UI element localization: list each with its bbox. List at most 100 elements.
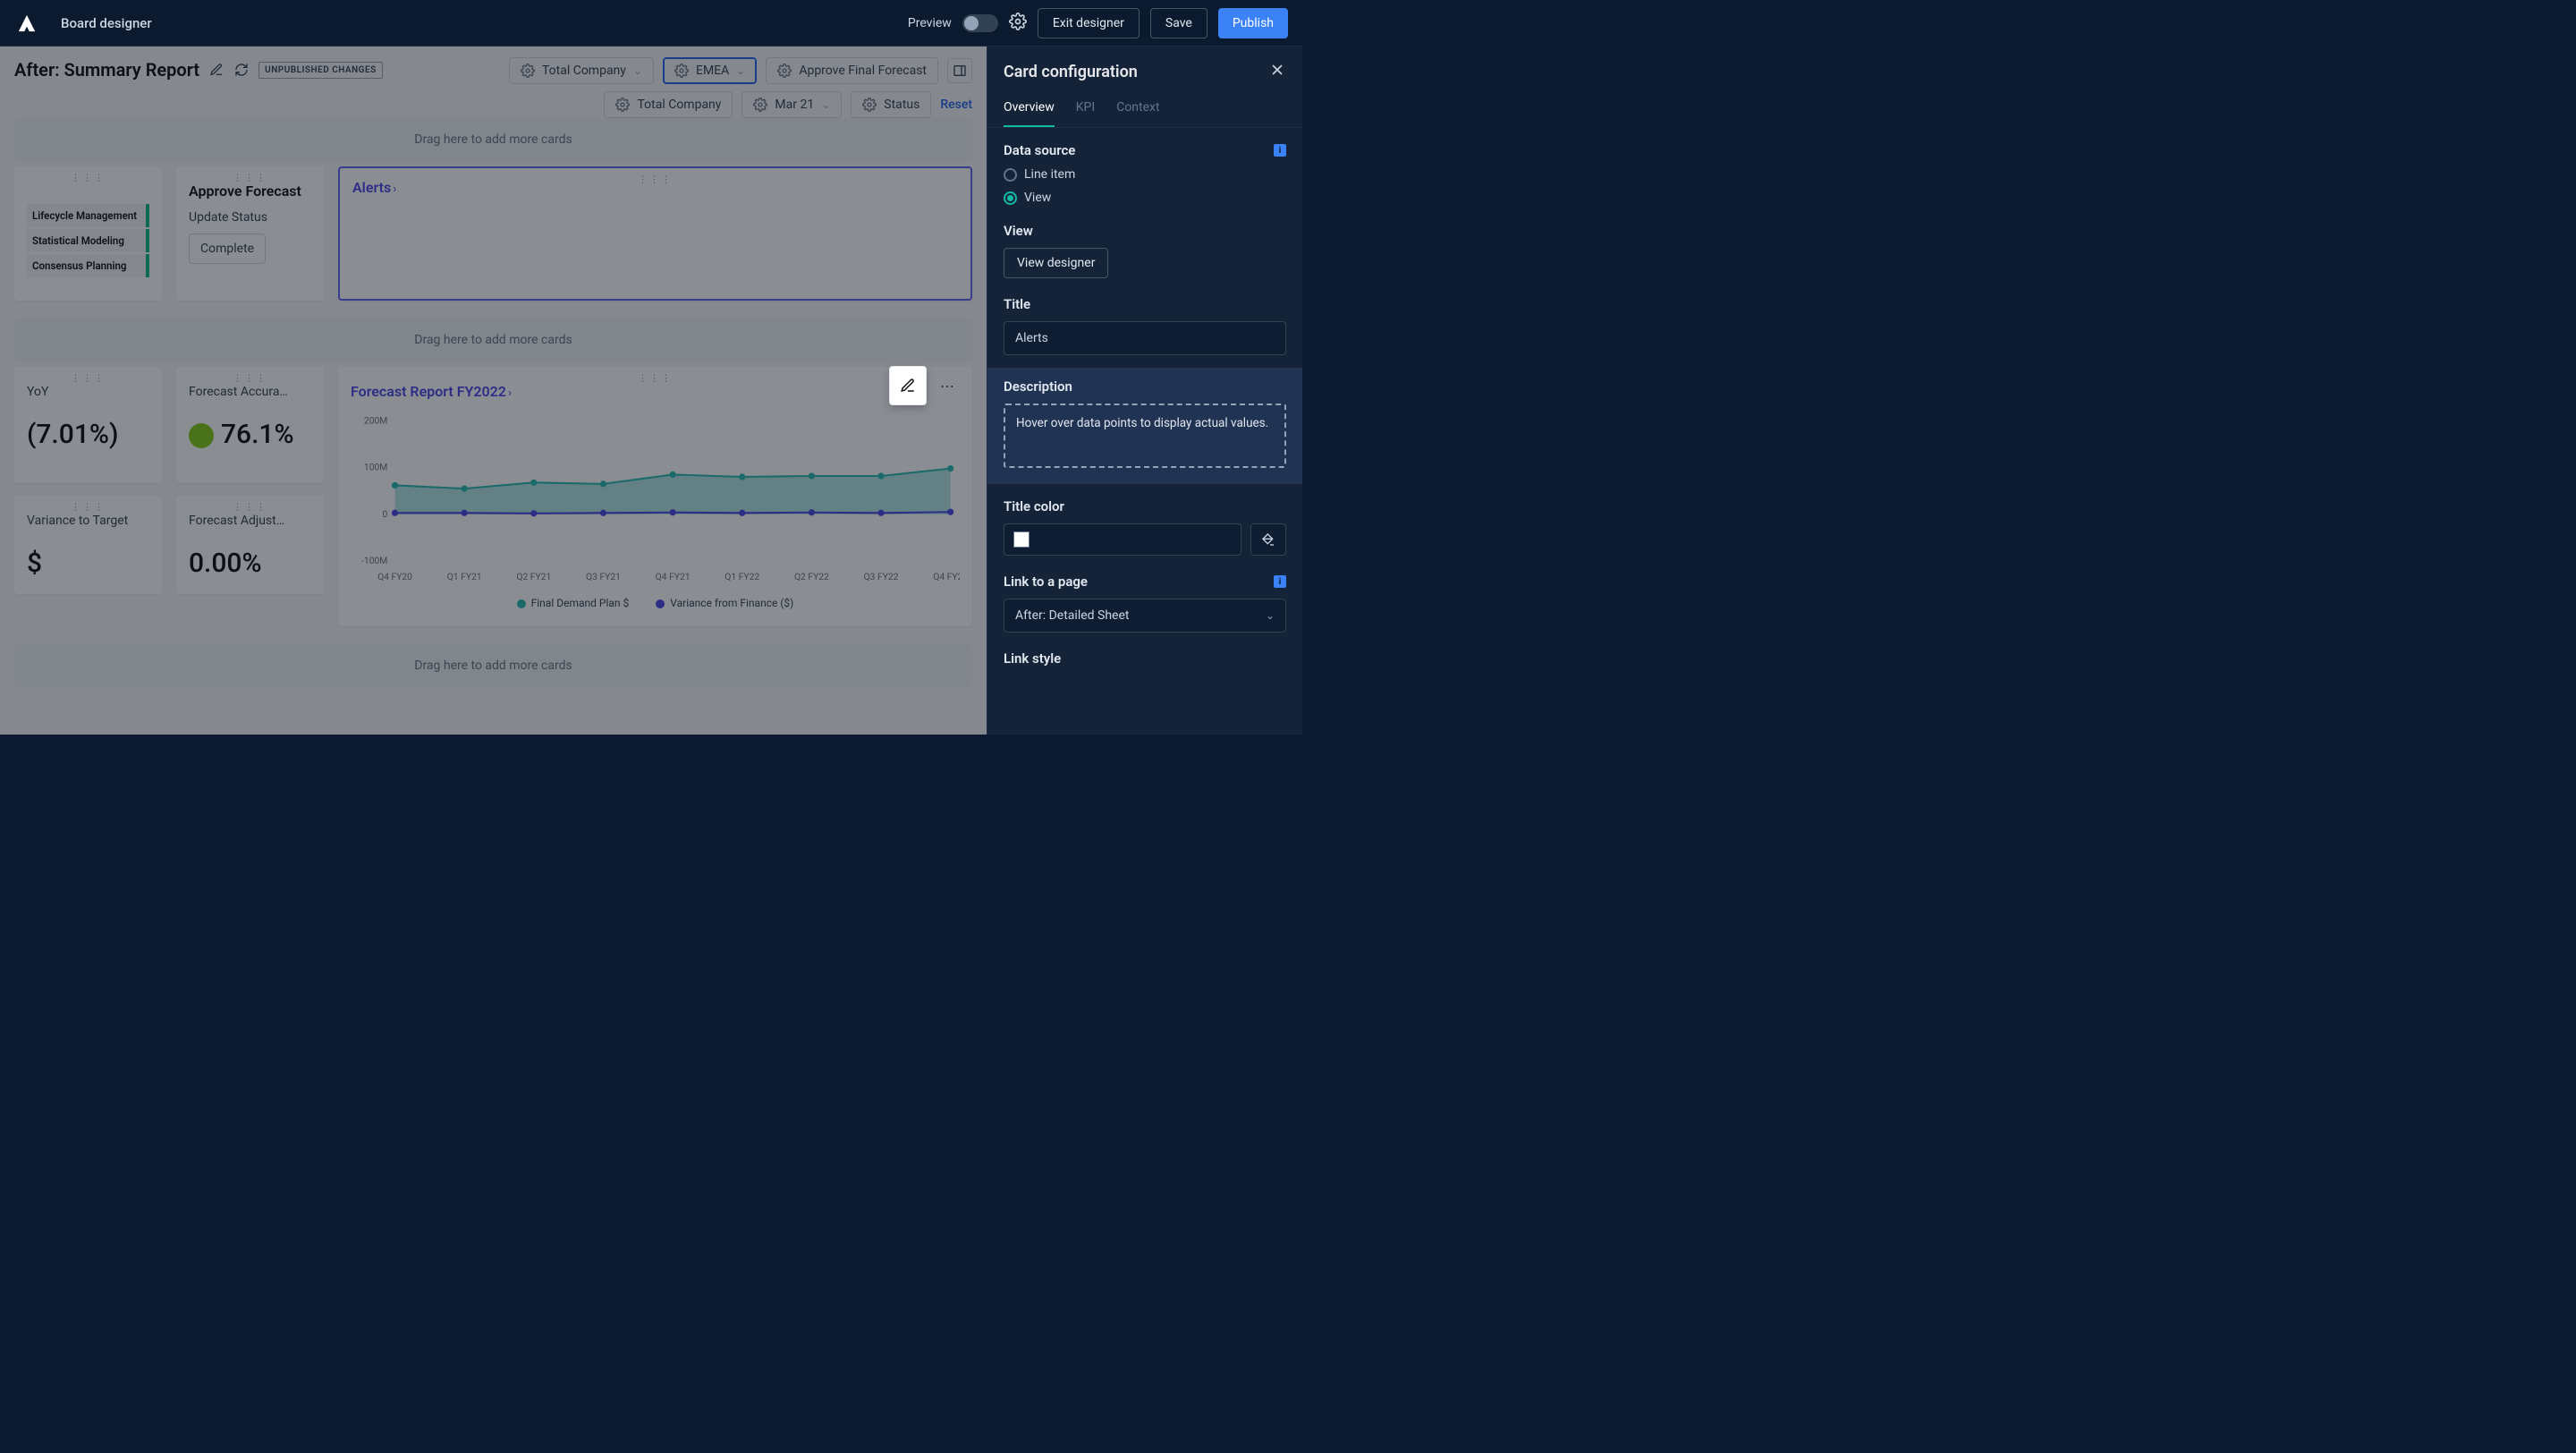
radio-line-item[interactable]: Line item	[1004, 167, 1286, 182]
drag-handle-icon[interactable]: ⋮⋮⋮	[71, 372, 106, 384]
section-title-color: Title color	[1004, 498, 1286, 514]
svg-text:Q2 FY22: Q2 FY22	[794, 571, 829, 582]
svg-text:Q4 FY20: Q4 FY20	[377, 571, 412, 582]
svg-text:Q4 FY22: Q4 FY22	[933, 571, 960, 582]
section-view: View	[1004, 223, 1286, 239]
edit-card-button[interactable]	[890, 367, 926, 404]
section-data-source: Data source	[1004, 142, 1075, 158]
edit-title-icon[interactable]	[208, 62, 225, 78]
tab-context[interactable]: Context	[1116, 91, 1159, 127]
steps-card[interactable]: ⋮⋮⋮ Lifecycle ManagementStatistical Mode…	[14, 166, 162, 301]
drop-zone[interactable]: Drag here to add more cards	[14, 118, 972, 161]
svg-text:0: 0	[382, 508, 387, 520]
filter-chip[interactable]: Approve Final Forecast	[766, 57, 938, 84]
kpi-value: $	[27, 548, 149, 579]
settings-icon[interactable]	[1009, 13, 1027, 34]
title-input[interactable]	[1004, 321, 1286, 355]
kpi-adjust-card[interactable]: ⋮⋮⋮ Forecast Adjust… 0.00%	[176, 496, 324, 594]
chevron-down-icon: ⌄	[736, 64, 745, 77]
section-description: Description	[1004, 378, 1286, 395]
drag-handle-icon[interactable]: ⋮⋮⋮	[233, 501, 267, 513]
panel-toggle-icon[interactable]	[947, 58, 972, 83]
chevron-right-icon: ›	[508, 387, 512, 400]
info-icon[interactable]: i	[1274, 144, 1286, 157]
info-icon[interactable]: i	[1274, 575, 1286, 588]
filter-chip[interactable]: Status	[851, 91, 931, 118]
filter-chip[interactable]: Mar 21⌄	[741, 91, 842, 118]
filter-chip[interactable]: Total Company⌄	[509, 57, 654, 84]
drop-zone[interactable]: Drag here to add more cards	[14, 319, 972, 361]
approve-title: Approve Forecast	[189, 183, 311, 200]
step-item[interactable]: Statistical Modeling	[27, 229, 149, 252]
drag-handle-icon[interactable]: ⋮⋮⋮	[71, 172, 106, 183]
drop-zone[interactable]: Drag here to add more cards	[14, 644, 972, 687]
exit-designer-button[interactable]: Exit designer	[1038, 8, 1140, 38]
kpi-value: 76.1%	[189, 419, 311, 450]
filter-row-2: Total Company Mar 21⌄ Status Reset	[604, 91, 972, 118]
kpi-label: Forecast Adjust…	[189, 514, 311, 528]
chevron-down-icon: ⌄	[1266, 609, 1275, 622]
tab-kpi[interactable]: KPI	[1076, 91, 1095, 127]
close-icon[interactable]	[1268, 61, 1286, 82]
svg-text:Q1 FY21: Q1 FY21	[447, 571, 482, 582]
complete-button[interactable]: Complete	[189, 234, 266, 264]
approve-subtitle: Update Status	[189, 210, 311, 225]
description-input[interactable]: Hover over data points to display actual…	[1004, 404, 1286, 468]
refresh-icon[interactable]	[233, 62, 250, 78]
radio-view[interactable]: View	[1004, 191, 1286, 205]
color-reset-button[interactable]	[1250, 523, 1286, 556]
filter-chip[interactable]: EMEA⌄	[663, 57, 757, 84]
app-logo[interactable]	[14, 11, 39, 36]
kpi-variance-card[interactable]: ⋮⋮⋮ Variance to Target $	[14, 496, 162, 594]
drag-handle-icon[interactable]: ⋮⋮⋮	[233, 172, 267, 183]
section-link-style: Link style	[1004, 650, 1286, 667]
reset-filters-button[interactable]: Reset	[940, 98, 972, 112]
kpi-value: 0.00%	[189, 548, 311, 579]
svg-text:Q2 FY21: Q2 FY21	[516, 571, 551, 582]
kpi-yoy-card[interactable]: ⋮⋮⋮ YoY (7.01%)	[14, 367, 162, 483]
drag-handle-icon[interactable]: ⋮⋮⋮	[233, 372, 267, 384]
approve-forecast-card[interactable]: ⋮⋮⋮ Approve Forecast Update Status Compl…	[176, 166, 324, 301]
drag-handle-icon[interactable]: ⋮⋮⋮	[638, 174, 673, 185]
tab-overview[interactable]: Overview	[1004, 91, 1055, 127]
svg-text:Q4 FY21: Q4 FY21	[656, 571, 691, 582]
filter-chip[interactable]: Total Company	[604, 91, 733, 118]
step-item[interactable]: Consensus Planning	[27, 254, 149, 277]
save-button[interactable]: Save	[1150, 8, 1208, 38]
publish-button[interactable]: Publish	[1218, 8, 1288, 38]
preview-toggle[interactable]	[962, 14, 998, 32]
forecast-chart-card[interactable]: ⋮⋮⋮ ⋯ Forecast Report FY2022› -100M0100M…	[338, 367, 972, 626]
more-icon[interactable]: ⋯	[929, 367, 965, 404]
card-config-panel: Card configuration Overview KPI Context …	[987, 47, 1302, 735]
svg-text:Q3 FY21: Q3 FY21	[586, 571, 621, 582]
chevron-down-icon: ⌄	[821, 98, 830, 111]
alerts-card[interactable]: ⋮⋮⋮ Alerts›	[338, 166, 972, 301]
section-link-page: Link to a page	[1004, 574, 1088, 590]
chevron-down-icon: ⌄	[633, 64, 642, 77]
config-heading: Card configuration	[1004, 63, 1138, 81]
link-page-select[interactable]: After: Detailed Sheet⌄	[1004, 599, 1286, 633]
kpi-value: (7.01%)	[27, 419, 149, 450]
app-title: Board designer	[61, 15, 152, 31]
step-item[interactable]: Lifecycle Management	[27, 204, 149, 227]
alerts-link[interactable]: Alerts	[352, 179, 391, 196]
drag-handle-icon[interactable]: ⋮⋮⋮	[638, 372, 673, 384]
svg-text:200M: 200M	[364, 414, 387, 426]
drag-handle-icon[interactable]: ⋮⋮⋮	[71, 501, 106, 513]
chevron-right-icon: ›	[393, 183, 396, 196]
section-title: Title	[1004, 296, 1286, 312]
color-swatch-icon	[1013, 531, 1030, 548]
filter-row-1: Total Company⌄ EMEA⌄ Approve Final Forecas…	[509, 57, 972, 84]
status-dot-icon	[189, 423, 214, 448]
kpi-label: Variance to Target	[27, 514, 149, 528]
chart-title-link[interactable]: Forecast Report FY2022	[351, 383, 506, 400]
title-color-input[interactable]	[1004, 523, 1241, 556]
page-title: After: Summary Report	[14, 59, 199, 81]
legend-item: Final Demand Plan $	[517, 597, 630, 609]
kpi-accuracy-card[interactable]: ⋮⋮⋮ Forecast Accura… 76.1%	[176, 367, 324, 483]
preview-label: Preview	[908, 16, 952, 30]
kpi-label: Forecast Accura…	[189, 385, 311, 399]
svg-text:-100M: -100M	[361, 555, 387, 566]
view-designer-button[interactable]: View designer	[1004, 248, 1108, 278]
svg-text:Q3 FY22: Q3 FY22	[864, 571, 899, 582]
